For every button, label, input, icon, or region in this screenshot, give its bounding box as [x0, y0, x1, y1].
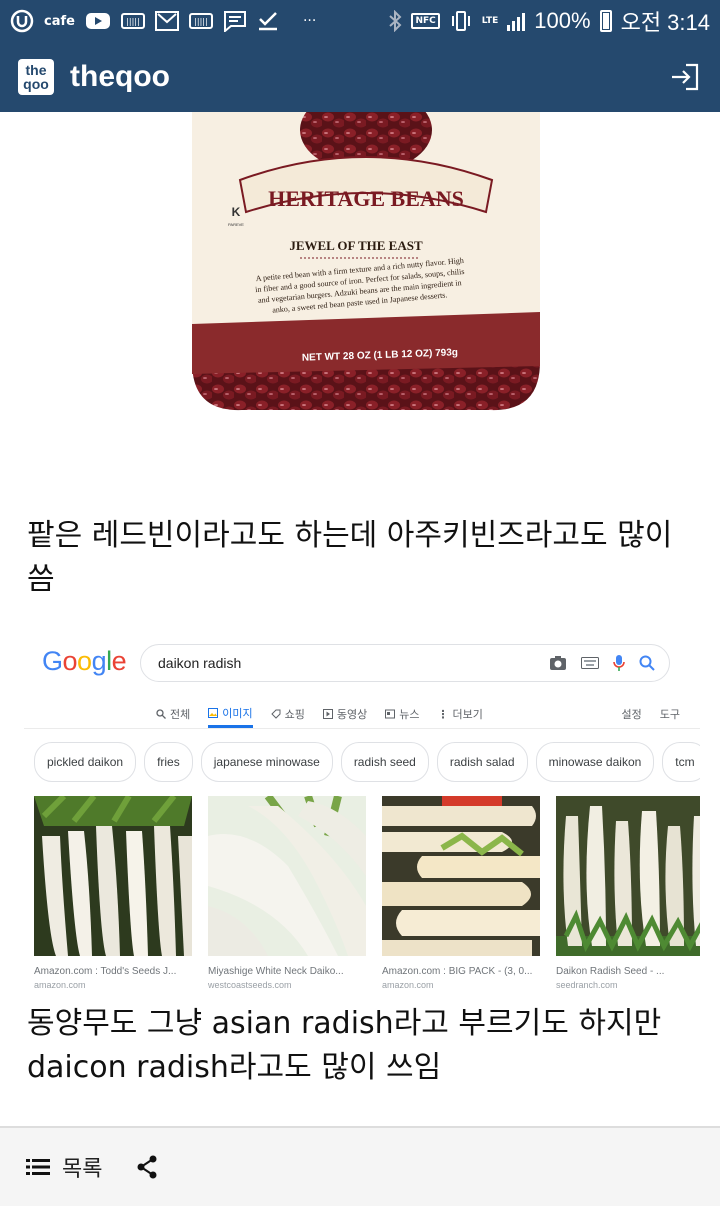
google-chip: radish seed: [340, 742, 429, 782]
theqoo-logo[interactable]: the qoo: [18, 59, 54, 95]
cafe-label: cafe: [44, 13, 75, 29]
google-logo-letter: g: [91, 646, 107, 676]
bag-kosher-sub: PAREVE: [228, 222, 244, 227]
lte-icon: LTE: [481, 16, 499, 26]
search-icon: [639, 655, 655, 671]
bluetooth-icon: [388, 10, 402, 32]
play-icon: [322, 709, 333, 719]
daikon-field-image: [556, 796, 700, 956]
share-button[interactable]: [136, 1155, 158, 1179]
google-tab-label: 더보기: [452, 708, 483, 721]
google-settings: 설정: [621, 708, 642, 721]
google-image-result: Daikon Radish Seed - ... seedranch.com: [556, 796, 700, 990]
bag-brand: HERITAGE BEANS: [268, 186, 464, 211]
google-tab-shopping: 쇼핑: [270, 700, 305, 728]
youtube-icon: [85, 11, 111, 31]
app-header: the qoo theqoo: [0, 42, 720, 112]
list-label: 목록: [62, 1157, 103, 1182]
google-result-source: Miyashige White Neck Daiko...: [208, 966, 344, 977]
bottom-bar: 목록: [0, 1126, 720, 1206]
google-tools: 도구: [659, 708, 680, 721]
adzuki-bean-bag-image: HERITAGE BEANS K PAREVE JEWEL OF THE EAS…: [192, 112, 540, 411]
logo-text-top: the: [25, 62, 47, 78]
google-divider: [24, 728, 700, 729]
list-icon: [26, 1159, 50, 1175]
nfc-icon: NFC: [411, 13, 440, 29]
google-tab-label: 이미지: [222, 706, 253, 720]
list-button[interactable]: 목록: [26, 1151, 102, 1183]
google-tab-more: ⋮ 더보기: [438, 700, 483, 728]
google-tab-news: 뉴스: [385, 700, 420, 728]
google-chips: pickled daikon fries japanese minowase r…: [34, 742, 700, 782]
app-u-icon: [10, 9, 34, 33]
google-result-source: Amazon.com : BIG PACK - (3, 0...: [382, 966, 533, 977]
vibrate-icon: [449, 10, 473, 32]
post-text-2: 동양무도 그냥 asian radish라고 부르기도 하지만 daicon r…: [27, 1006, 662, 1085]
card-icon: |||||: [120, 13, 145, 29]
google-search-screenshot: Google daikon radish 전체 이미지 쇼핑 동영상 뉴스 ⋮ …: [24, 630, 700, 998]
search-icon: [156, 709, 166, 719]
message-icon: [223, 10, 247, 32]
login-icon[interactable]: [668, 60, 702, 94]
status-bar: cafe ||||| ||||| ··· NFC LTE 100% 오전 3:1…: [0, 0, 720, 42]
google-result-domain: seedranch.com: [556, 980, 618, 990]
google-search-box: daikon radish: [140, 644, 670, 682]
google-tab-images: 이미지: [208, 700, 253, 728]
bag-kosher: K: [232, 205, 241, 219]
google-result-domain: westcoastseeds.com: [208, 980, 292, 990]
card-icon-2: |||||: [188, 13, 213, 29]
image-icon: [208, 707, 219, 718]
more-vert-icon: ⋮: [437, 707, 449, 721]
more-notifications-icon: ···: [302, 13, 317, 29]
daikon-bundle-image: [34, 793, 192, 956]
google-tab-label: 동영상: [336, 708, 368, 721]
share-icon: [137, 1155, 157, 1179]
app-title[interactable]: theqoo: [70, 60, 170, 94]
google-tab-label: 쇼핑: [284, 708, 305, 721]
battery-icon: [599, 10, 612, 32]
google-logo-letter: e: [111, 646, 127, 676]
google-result-source: Daikon Radish Seed - ...: [556, 966, 665, 977]
google-tab-all: 전체: [156, 700, 190, 728]
google-query: daikon radish: [158, 655, 242, 671]
microphone-icon: [613, 655, 625, 671]
google-image-result: Amazon.com : BIG PACK - (3, 0... amazon.…: [382, 796, 540, 990]
check-icon: [257, 10, 279, 32]
clock: 오전 3:14: [620, 10, 710, 35]
google-result-source: Amazon.com : Todd's Seeds J...: [34, 966, 177, 977]
tag-icon: [270, 709, 281, 719]
signal-icon: [507, 11, 526, 31]
google-result-domain: amazon.com: [34, 980, 86, 990]
google-tab-label: 뉴스: [399, 708, 420, 721]
keyboard-icon: [581, 657, 599, 669]
google-image-result: Miyashige White Neck Daiko... westcoasts…: [208, 793, 366, 990]
google-chip: pickled daikon: [34, 742, 137, 782]
google-tab-videos: 동영상: [322, 700, 368, 728]
google-logo-letter: o: [77, 646, 92, 676]
google-tabs: 전체 이미지 쇼핑 동영상 뉴스 ⋮ 더보기 설정 도구: [156, 700, 680, 728]
google-chip: minowase daikon: [535, 742, 655, 782]
google-chip: fries: [144, 742, 193, 782]
logo-text-bottom: qoo: [23, 76, 49, 92]
google-chip: radish salad: [436, 742, 528, 782]
google-logo-letter: G: [42, 646, 63, 676]
google-image-result: Amazon.com : Todd's Seeds J... amazon.co…: [34, 793, 192, 990]
gmail-icon: [154, 11, 179, 31]
google-result-domain: amazon.com: [382, 980, 434, 990]
google-logo-letter: o: [62, 646, 78, 676]
google-chip: tcm: [662, 742, 700, 782]
google-image-results: Amazon.com : Todd's Seeds J... amazon.co…: [34, 793, 700, 990]
google-chip: japanese minowase: [200, 742, 333, 782]
post-text-1: 팥은 레드빈이라고도 하는데 아주키빈즈라고도 많이 씀: [27, 518, 673, 597]
daikon-pile-image: [208, 793, 366, 956]
bag-name: JEWEL OF THE EAST: [289, 238, 423, 253]
daikon-market-image: [382, 796, 540, 956]
google-tab-label: 전체: [170, 708, 191, 721]
battery-percent: 100%: [534, 8, 591, 33]
news-icon: [385, 709, 396, 719]
camera-icon: [550, 656, 566, 670]
google-logo: Google: [42, 646, 127, 677]
